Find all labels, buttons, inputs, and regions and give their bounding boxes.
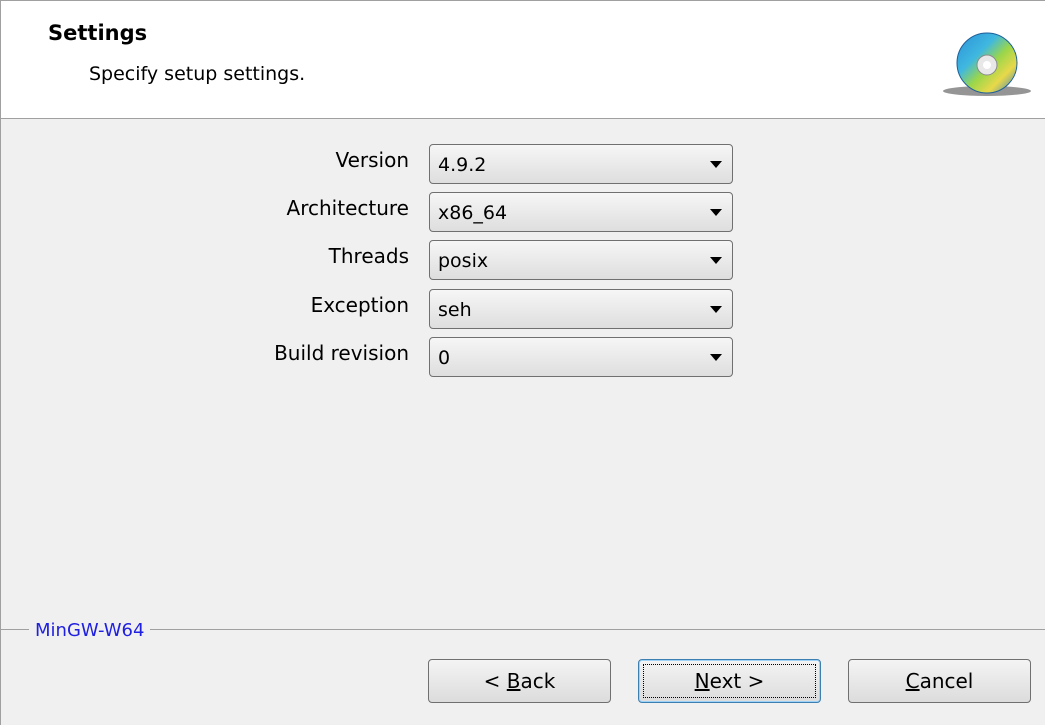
next-button[interactable]: Next > bbox=[638, 659, 821, 703]
wizard-header: Settings Specify setup settings. bbox=[1, 1, 1045, 119]
chevron-down-icon bbox=[710, 257, 722, 264]
architecture-row: Architecture x86_64 bbox=[1, 192, 1045, 232]
exception-row: Exception seh bbox=[1, 289, 1045, 329]
architecture-value: x86_64 bbox=[438, 202, 508, 224]
version-label: Version bbox=[335, 148, 409, 172]
back-button-rest: ack bbox=[520, 669, 556, 693]
page-title: Settings bbox=[48, 21, 148, 45]
next-button-rest: ext > bbox=[709, 669, 765, 693]
cd-disc-icon bbox=[943, 32, 1031, 96]
cancel-button[interactable]: Cancel bbox=[848, 659, 1031, 703]
exception-select[interactable]: seh bbox=[429, 289, 733, 329]
next-button-mnemonic: N bbox=[694, 669, 710, 693]
build-revision-select[interactable]: 0 bbox=[429, 337, 733, 377]
build-revision-row: Build revision 0 bbox=[1, 337, 1045, 377]
architecture-select[interactable]: x86_64 bbox=[429, 192, 733, 232]
version-select[interactable]: 4.9.2 bbox=[429, 144, 733, 184]
threads-label: Threads bbox=[328, 244, 409, 268]
version-row: Version 4.9.2 bbox=[1, 144, 1045, 184]
setup-wizard-window: Settings Specify setup settings. Version… bbox=[0, 0, 1045, 725]
build-revision-value: 0 bbox=[438, 347, 451, 369]
chevron-down-icon bbox=[710, 306, 722, 313]
back-button[interactable]: < Back bbox=[428, 659, 611, 703]
exception-label: Exception bbox=[310, 293, 409, 317]
exception-value: seh bbox=[438, 299, 472, 321]
version-value: 4.9.2 bbox=[438, 154, 487, 176]
footer-divider bbox=[1, 629, 1045, 630]
chevron-down-icon bbox=[710, 209, 722, 216]
threads-value: posix bbox=[438, 250, 489, 272]
cancel-button-mnemonic: C bbox=[905, 669, 920, 693]
cancel-button-rest: ancel bbox=[919, 669, 974, 693]
chevron-down-icon bbox=[710, 161, 722, 168]
build-revision-label: Build revision bbox=[274, 341, 409, 365]
back-button-mnemonic: B bbox=[506, 669, 521, 693]
architecture-label: Architecture bbox=[286, 196, 409, 220]
product-group-label: MinGW-W64 bbox=[29, 620, 151, 641]
page-subtitle: Specify setup settings. bbox=[89, 63, 306, 85]
threads-select[interactable]: posix bbox=[429, 240, 733, 280]
chevron-down-icon bbox=[710, 354, 722, 361]
back-button-prefix: < bbox=[483, 669, 507, 693]
threads-row: Threads posix bbox=[1, 240, 1045, 280]
